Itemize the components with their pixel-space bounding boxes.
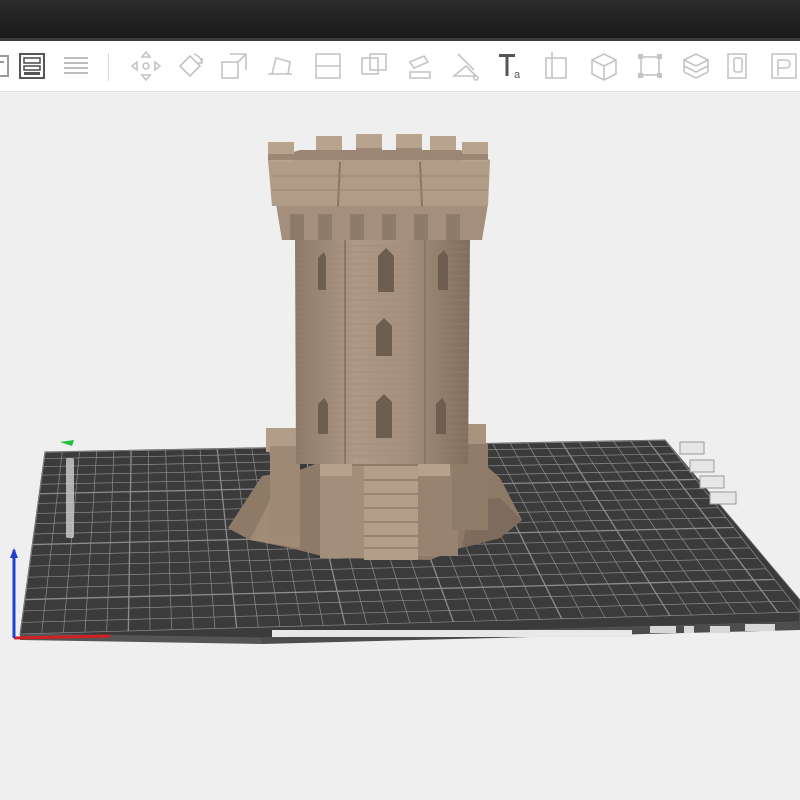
scene xyxy=(10,134,800,644)
bed-side-text xyxy=(66,458,74,538)
bed-label-strip xyxy=(272,630,632,637)
x-axis-arrow xyxy=(13,634,111,640)
view-iso-icon[interactable] xyxy=(709,491,737,505)
view-front-icon[interactable] xyxy=(689,459,715,473)
view-top-icon[interactable] xyxy=(679,441,705,455)
tower-model[interactable] xyxy=(228,134,522,560)
view-side-icon[interactable] xyxy=(699,475,725,489)
y-axis-marker xyxy=(60,440,74,446)
